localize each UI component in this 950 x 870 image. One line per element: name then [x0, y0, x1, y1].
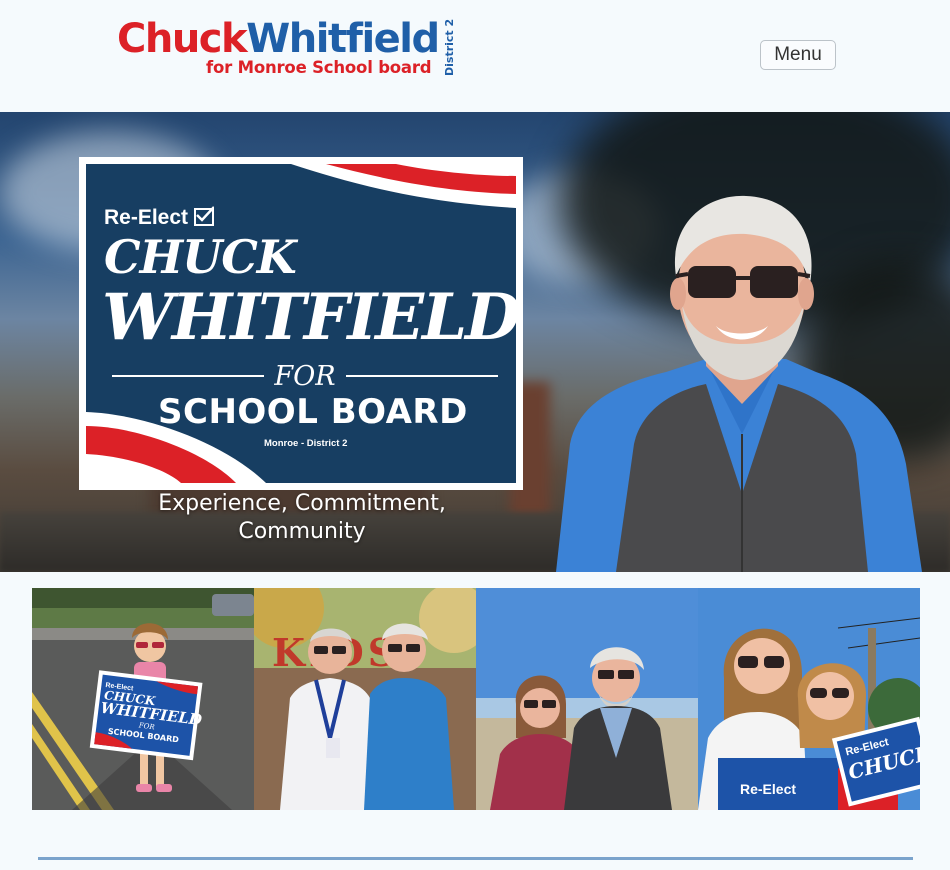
photo-girl-with-sign-image: Re-Elect CHUCK WHITFIELD FOR SCHOOL BOAR…	[32, 588, 254, 810]
site-logo[interactable]: ChuckWhitfield for Monroe School board D…	[117, 16, 462, 78]
logo-subtitle: for Monroe School board	[206, 58, 432, 77]
sign-school-board: SCHOOL BOARD	[158, 392, 468, 432]
sign-re-elect: Re-Elect	[104, 206, 214, 230]
photo-two-women-image: Re-Elect Re-Elect CHUCK	[698, 588, 920, 810]
photo-gallery: Re-Elect CHUCK WHITFIELD FOR SCHOOL BOAR…	[32, 588, 920, 810]
photo-beach-couple-image	[476, 588, 698, 810]
gallery-photo-two-men[interactable]: KIDS	[254, 588, 476, 810]
sign-district: Monroe - District 2	[264, 438, 348, 449]
logo-last-name: Whitfield	[246, 16, 440, 62]
photo-two-men-image: KIDS	[254, 588, 476, 810]
sign-first-name: CHUCK	[104, 230, 297, 284]
sign-for-row: FOR	[112, 360, 499, 392]
logo-name: ChuckWhitfield	[117, 16, 440, 62]
gallery-photo-beach-couple[interactable]	[476, 588, 698, 810]
candidate-portrait	[556, 195, 922, 572]
logo-first-name: Chuck	[117, 16, 248, 62]
gallery-photo-two-women-with-sign[interactable]: Re-Elect Re-Elect CHUCK	[698, 588, 920, 810]
campaign-sign-face: Re-Elect CHUCK WHITFIELD FOR SCHOOL BOAR…	[86, 164, 516, 483]
site-header: ChuckWhitfield for Monroe School board D…	[0, 0, 950, 112]
checkbox-icon	[193, 206, 214, 226]
menu-button[interactable]: Menu	[760, 40, 836, 70]
sign-divider-line	[112, 375, 265, 377]
section-divider	[38, 857, 913, 860]
gallery-photo-girl-with-sign[interactable]: Re-Elect CHUCK WHITFIELD FOR SCHOOL BOAR…	[32, 588, 254, 810]
hero-tagline: Experience, Commitment, Community	[158, 491, 446, 544]
logo-district: District 2	[443, 18, 456, 76]
campaign-sign: Re-Elect CHUCK WHITFIELD FOR SCHOOL BOAR…	[79, 157, 523, 490]
hero-banner: Re-Elect CHUCK WHITFIELD FOR SCHOOL BOAR…	[0, 112, 950, 572]
sign-for: FOR	[274, 360, 336, 392]
sign-re-elect-label: Re-Elect	[104, 206, 189, 229]
sign-divider-line	[345, 375, 499, 377]
sign-last-name: WHITFIELD	[102, 280, 516, 355]
photo4-front-sign-re-elect: Re-Elect	[740, 781, 796, 797]
